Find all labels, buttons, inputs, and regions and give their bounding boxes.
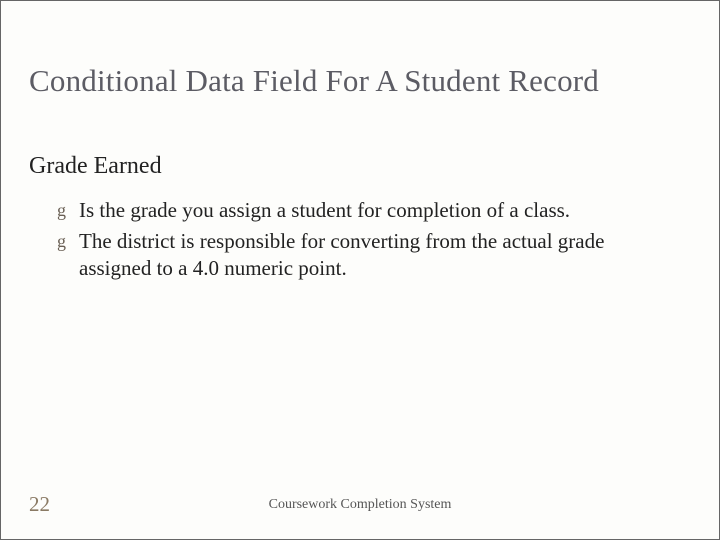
footer-text: Coursework Completion System: [1, 497, 719, 513]
slide-subheading: Grade Earned: [29, 153, 162, 180]
list-item: g Is the grade you assign a student for …: [57, 197, 671, 224]
bullet-text: The district is responsible for converti…: [79, 229, 604, 280]
bullet-list: g Is the grade you assign a student for …: [57, 197, 671, 286]
bullet-text: Is the grade you assign a student for co…: [79, 198, 570, 222]
list-item: g The district is responsible for conver…: [57, 228, 671, 282]
bullet-icon: g: [57, 199, 66, 222]
bullet-icon: g: [57, 230, 66, 253]
slide: Conditional Data Field For A Student Rec…: [0, 0, 720, 540]
slide-title: Conditional Data Field For A Student Rec…: [29, 63, 691, 99]
